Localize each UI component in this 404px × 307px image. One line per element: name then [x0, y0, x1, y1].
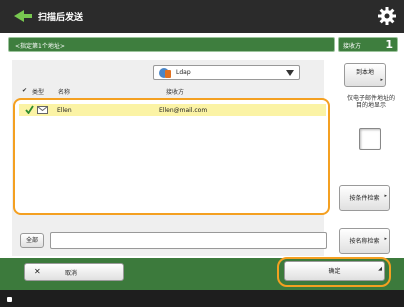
recipients-count: 1 [385, 38, 393, 51]
search-by-name-label: 按名称检索 [349, 238, 380, 245]
app-title: 扫描后发送 [38, 13, 84, 23]
recipients-counter[interactable]: 接收方 1 [338, 37, 398, 52]
email-only-caption: 仅电子邮件地址的目的地显示 [346, 95, 395, 109]
chevron-down-icon [286, 70, 294, 76]
address-book-value: Ldap [176, 69, 191, 76]
to-local-button[interactable]: 到本地 ▸ [344, 63, 386, 87]
gear-icon[interactable] [378, 7, 396, 25]
list-header: ✔ 类型 名称 接收方 [18, 86, 318, 96]
search-by-condition-label: 按条件检索 [349, 195, 380, 202]
corner-arrow-icon: ◢ [378, 266, 382, 272]
scan-send-icon [14, 10, 32, 22]
ok-label: 确定 [328, 268, 341, 275]
corner-arrow-icon: ▸ [384, 193, 387, 199]
address-list: Ellen Ellen@mail.com [13, 98, 330, 215]
type-column-header[interactable]: 类型 [32, 87, 44, 96]
status-bar [0, 290, 404, 307]
all-button[interactable]: 全部 [20, 233, 44, 248]
table-row[interactable]: Ellen Ellen@mail.com [19, 104, 326, 116]
breadcrumb: <指定第1个地址> [15, 43, 65, 50]
search-by-condition-button[interactable]: 按条件检索 ▸ [339, 185, 390, 211]
cancel-label: 取消 [65, 270, 78, 277]
all-button-label: 全部 [25, 237, 38, 244]
title-bar: 扫描后发送 [0, 0, 404, 33]
ldap-server-icon [159, 68, 171, 78]
ok-button[interactable]: 确定 ◢ [284, 261, 385, 281]
status-icon [7, 297, 12, 302]
breadcrumb-bar: <指定第1个地址> [8, 37, 335, 52]
name-column-header[interactable]: 名称 [58, 87, 70, 96]
close-icon: ✕ [34, 267, 41, 276]
checkmark-icon [25, 105, 34, 114]
email-icon [37, 106, 48, 114]
corner-arrow-icon: ▸ [380, 77, 383, 83]
check-header: ✔ [22, 87, 28, 94]
destination-column-header[interactable]: 接收方 [166, 87, 184, 96]
recipients-label: 接收方 [343, 43, 362, 50]
search-input[interactable] [50, 232, 327, 249]
corner-arrow-icon: ▸ [384, 236, 387, 242]
row-destination: Ellen@mail.com [159, 107, 208, 114]
address-book-select[interactable]: Ldap [153, 65, 300, 80]
cancel-button[interactable]: ✕ 取消 [24, 263, 124, 281]
row-name: Ellen [57, 107, 72, 114]
email-only-checkbox[interactable] [359, 128, 381, 150]
search-by-name-button[interactable]: 按名称检索 ▸ [339, 228, 390, 254]
to-local-label: 到本地 [355, 69, 374, 76]
